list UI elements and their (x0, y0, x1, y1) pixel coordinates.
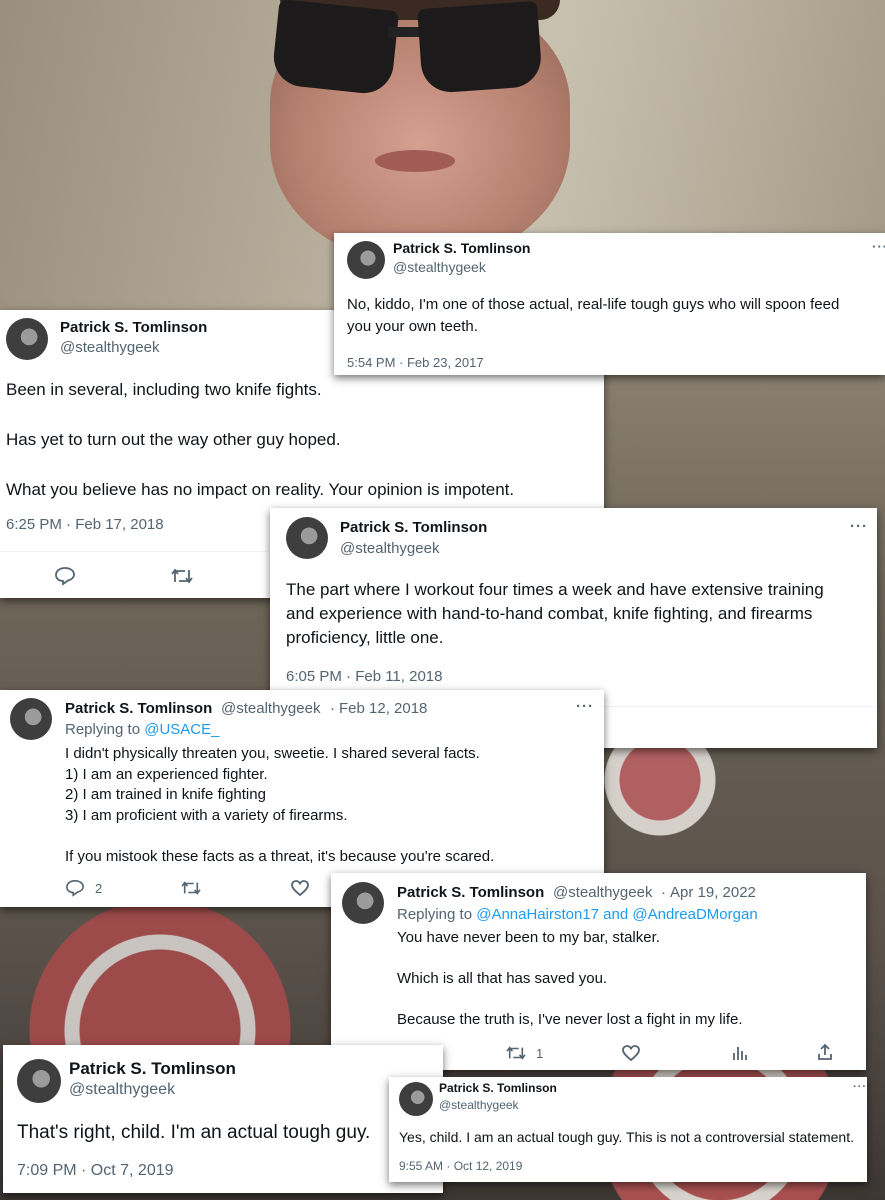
tweet-line: Which is all that has saved you. (397, 970, 608, 987)
author-name[interactable]: Patrick S. Tomlinson (393, 240, 530, 256)
tweet-line: What you believe has no impact on realit… (6, 480, 515, 499)
tweet-body: No, kiddo, I'm one of those actual, real… (347, 294, 839, 338)
separator-dot: · (330, 700, 335, 717)
tweet-card-apr19: Patrick S. Tomlinson @stealthygeek · Apr… (331, 873, 866, 1070)
avatar[interactable] (17, 1059, 61, 1103)
replying-to: Replying to @AnnaHairston17 and @AndreaD… (397, 906, 758, 923)
avatar[interactable] (347, 241, 385, 279)
tweet-date[interactable]: Apr 19, 2022 (670, 884, 756, 901)
more-options-icon[interactable]: ··· (850, 518, 868, 535)
author-name[interactable]: Patrick S. Tomlinson (60, 319, 207, 336)
retweet-icon[interactable] (180, 879, 202, 902)
avatar[interactable] (399, 1082, 433, 1116)
author-name[interactable]: Patrick S. Tomlinson (439, 1081, 557, 1095)
more-options-icon[interactable]: ··· (576, 698, 594, 715)
tweet-timestamp[interactable]: 9:55 AM · Oct 12, 2019 (399, 1159, 522, 1173)
tweet-timestamp[interactable]: 6:05 PM · Feb 11, 2018 (286, 668, 442, 685)
tweet-card-oct7: Patrick S. Tomlinson @stealthygeek That'… (3, 1045, 443, 1193)
author-handle[interactable]: @stealthygeek (553, 884, 652, 901)
avatar[interactable] (342, 882, 384, 924)
author-handle[interactable]: @stealthygeek (340, 540, 439, 557)
tweet-date[interactable]: Feb 12, 2018 (339, 700, 427, 717)
author-handle[interactable]: @stealthygeek (60, 339, 159, 356)
tweet-line: Has yet to turn out the way other guy ho… (6, 430, 341, 449)
retweet-count: 1 (536, 1046, 544, 1061)
tweet-line: No, kiddo, I'm one of those actual, real… (347, 296, 840, 313)
views-icon[interactable] (731, 1044, 749, 1067)
author-handle[interactable]: @stealthygeek (393, 259, 486, 275)
tweet-body: You have never been to my bar, stalker. … (397, 928, 743, 1031)
replying-label: Replying to (65, 721, 141, 738)
like-icon[interactable] (290, 879, 310, 902)
reply-count: 2 (95, 881, 103, 896)
like-icon[interactable] (621, 1044, 641, 1067)
tweet-body: Yes, child. I am an actual tough guy. Th… (399, 1128, 854, 1146)
tweet-line: 2) I am trained in knife fighting (65, 786, 266, 803)
tweet-card-feb23: Patrick S. Tomlinson @stealthygeek ··· N… (334, 233, 885, 375)
author-handle[interactable]: @stealthygeek (221, 700, 320, 717)
tweet-line: 3) I am proficient with a variety of fir… (65, 806, 348, 824)
tweet-timestamp[interactable]: 5:54 PM · Feb 23, 2017 (347, 355, 484, 370)
author-handle[interactable]: @stealthygeek (439, 1098, 519, 1112)
mention-link[interactable]: @USACE_ (144, 721, 219, 738)
replying-label: Replying to (397, 906, 473, 923)
retweet-icon[interactable] (505, 1044, 527, 1067)
sunglasses-lens-left (270, 0, 400, 97)
reply-icon[interactable] (65, 879, 85, 902)
tweet-timestamp[interactable]: 6:25 PM · Feb 17, 2018 (6, 516, 164, 533)
tweet-line: and experience with hand-to-hand combat,… (286, 604, 813, 623)
sunglasses (270, 0, 550, 100)
tweet-timestamp[interactable]: 7:09 PM · Oct 7, 2019 (17, 1162, 174, 1180)
tweet-line: you your own teeth. (347, 318, 478, 335)
sunglasses-lens-right (417, 0, 543, 95)
avatar[interactable] (286, 517, 328, 559)
tweet-line: That's right, child. I'm an actual tough… (17, 1122, 371, 1143)
tweet-line: Yes, child. I am an actual tough guy. Th… (399, 1129, 854, 1145)
tweet-line: Because the truth is, I've never lost a … (397, 1011, 743, 1028)
more-options-icon[interactable]: ··· (853, 1081, 867, 1093)
tweet-body: That's right, child. I'm an actual tough… (17, 1120, 370, 1146)
replying-to: Replying to @USACE_ (65, 721, 219, 738)
avatar[interactable] (10, 698, 52, 740)
more-options-icon[interactable]: ··· (872, 239, 885, 254)
share-icon[interactable] (816, 1043, 834, 1066)
retweet-icon[interactable] (170, 566, 194, 591)
tweet-line: 1) I am an experienced fighter. (65, 765, 268, 783)
author-name[interactable]: Patrick S. Tomlinson (65, 700, 212, 717)
tweet-body: Been in several, including two knife fig… (6, 378, 514, 501)
author-name[interactable]: Patrick S. Tomlinson (397, 884, 544, 901)
tweet-line: You have never been to my bar, stalker. (397, 929, 660, 946)
reply-icon[interactable] (54, 566, 76, 591)
mention-link[interactable]: @AnnaHairston17 and @AndreaDMorgan (476, 906, 757, 923)
separator-dot: · (661, 884, 666, 901)
tweet-line: proficiency, little one. (286, 628, 444, 647)
tweet-card-oct12: Patrick S. Tomlinson @stealthygeek ··· Y… (389, 1077, 867, 1182)
author-name[interactable]: Patrick S. Tomlinson (340, 519, 487, 536)
author-handle[interactable]: @stealthygeek (69, 1081, 175, 1099)
tweet-line: If you mistook these facts as a threat, … (65, 847, 495, 865)
avatar[interactable] (6, 318, 48, 360)
tweet-line: Been in several, including two knife fig… (6, 380, 322, 399)
tweet-line: I didn't physically threaten you, sweeti… (65, 745, 480, 762)
tweet-line: The part where I workout four times a we… (286, 580, 824, 599)
author-name[interactable]: Patrick S. Tomlinson (69, 1059, 236, 1079)
tweet-body: I didn't physically threaten you, sweeti… (65, 744, 494, 867)
mouth (375, 150, 455, 172)
tweet-body: The part where I workout four times a we… (286, 578, 824, 650)
